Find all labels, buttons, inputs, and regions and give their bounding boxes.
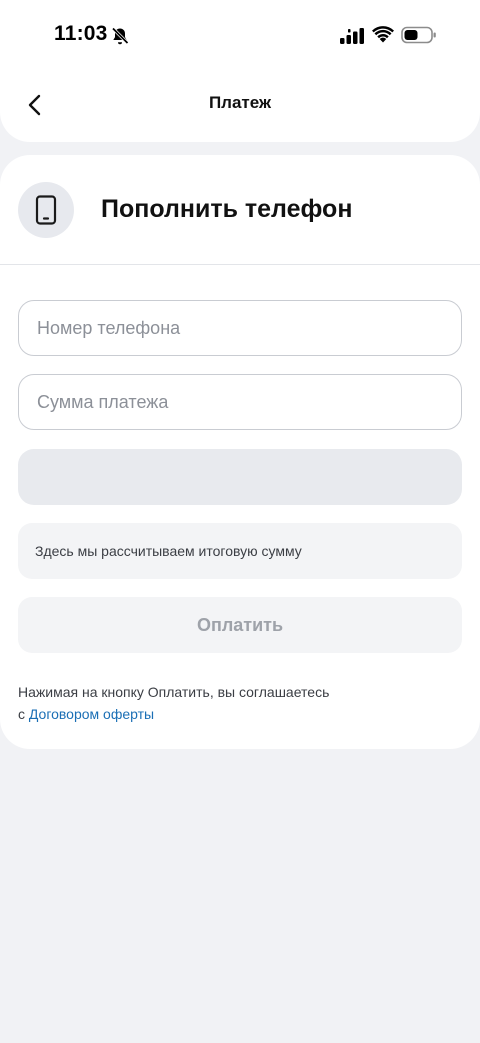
signal-icon: [340, 28, 364, 44]
terms-prefix: с: [18, 706, 29, 722]
top-app-bar: 11:03 Платеж: [0, 0, 480, 142]
status-bar: 11:03: [0, 0, 480, 70]
service-header: Пополнить телефон: [0, 155, 480, 265]
bell-off-icon: [111, 27, 129, 45]
phone-number-input[interactable]: [18, 300, 462, 356]
page-title: Платеж: [208, 93, 272, 112]
status-time: 11:03: [54, 22, 108, 45]
wifi-icon: [372, 26, 394, 43]
divider: [0, 264, 480, 265]
loading-placeholder: [18, 449, 462, 505]
payment-amount-input[interactable]: [18, 374, 462, 430]
terms-text: Нажимая на кнопку Оплатить, вы соглашает…: [18, 684, 330, 700]
terms-notice: Нажимая на кнопку Оплатить, вы соглашает…: [18, 681, 462, 725]
offer-agreement-link[interactable]: Договором оферты: [29, 706, 154, 722]
service-icon-badge: [18, 182, 74, 238]
smartphone-icon: [35, 195, 57, 225]
battery-icon: [401, 26, 436, 44]
navigation-bar: Платеж: [0, 80, 480, 128]
service-title: Пополнить телефон: [101, 195, 353, 223]
total-summary: Здесь мы рассчитываем итоговую сумму: [18, 523, 462, 579]
total-summary-text: Здесь мы рассчитываем итоговую сумму: [35, 543, 302, 559]
payment-card: Пополнить телефон Здесь мы рассчитываем …: [0, 155, 480, 749]
pay-button[interactable]: Оплатить: [18, 597, 462, 653]
